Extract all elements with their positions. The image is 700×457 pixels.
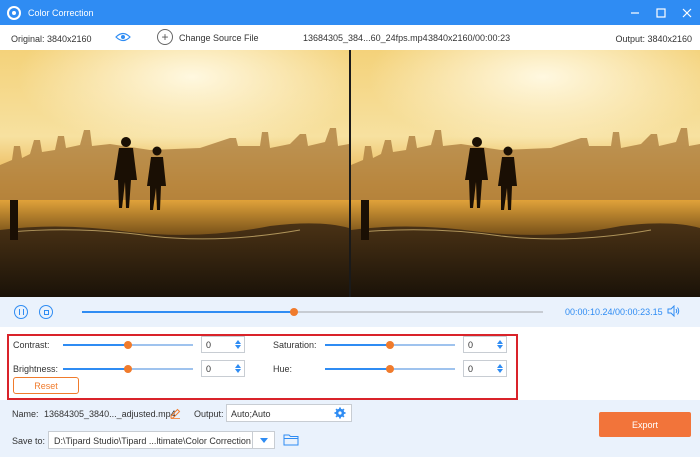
folder-icon[interactable] [283, 433, 299, 446]
saturation-stepper[interactable]: 0 [463, 336, 507, 353]
gear-icon[interactable] [334, 407, 346, 419]
hue-down-icon[interactable] [497, 369, 503, 373]
saturation-value: 0 [468, 340, 474, 350]
saturation-label: Saturation: [273, 340, 317, 350]
output-resolution: Output: 3840x2160 [615, 34, 692, 44]
brightness-slider[interactable] [63, 365, 193, 373]
original-video-frame [0, 50, 349, 297]
reset-button[interactable]: Reset [13, 377, 79, 394]
add-source-icon[interactable]: + [157, 29, 173, 45]
stop-icon [43, 309, 49, 315]
contrast-fill [63, 344, 128, 346]
brightness-label: Brightness: [13, 364, 59, 374]
progress-handle[interactable] [290, 308, 299, 316]
hue-value: 0 [468, 364, 474, 374]
saturation-down-icon[interactable] [497, 345, 503, 349]
hue-stepper[interactable]: 0 [463, 360, 507, 377]
current-time: 00:00:10.24 [565, 307, 613, 317]
output-preview [351, 50, 700, 297]
playback-bar: 00:00:10.24/00:00:23.15 [0, 297, 700, 327]
saturation-fill [325, 344, 390, 346]
contrast-stepper[interactable]: 0 [201, 336, 245, 353]
maximize-icon [656, 7, 666, 18]
adjustment-panel: Contrast: 0 Saturation: 0 Brightness: 0 … [0, 327, 700, 400]
contrast-up-icon[interactable] [235, 340, 241, 344]
output-video-frame [351, 50, 700, 297]
original-resolution: Original: 3840x2160 [11, 34, 92, 44]
hue-fill [325, 368, 390, 370]
hue-handle[interactable] [386, 365, 394, 373]
edit-icon[interactable] [170, 408, 181, 419]
close-icon [682, 8, 692, 17]
output-settings: Name: 13684305_3840..._adjusted.mp4 Outp… [0, 400, 700, 457]
contrast-label: Contrast: [13, 340, 50, 350]
contrast-slider[interactable] [63, 341, 193, 349]
title-bar: Color Correction [0, 0, 700, 25]
source-file-name: 13684305_384...60_24fps.mp4 [303, 33, 428, 43]
save-path-value: D:\Tipard Studio\Tipard ...ltimate\Color… [54, 436, 251, 446]
output-file-name: 13684305_3840..._adjusted.mp4 [44, 409, 176, 419]
brightness-stepper[interactable]: 0 [201, 360, 245, 377]
chevron-down-icon[interactable] [252, 432, 274, 448]
stop-button[interactable] [39, 305, 53, 319]
save-path-field[interactable]: D:\Tipard Studio\Tipard ...ltimate\Color… [48, 431, 275, 449]
brightness-handle[interactable] [124, 365, 132, 373]
saturation-handle[interactable] [386, 341, 394, 349]
saturation-slider[interactable] [325, 341, 455, 349]
preview-area [0, 50, 700, 297]
progress-fill [82, 311, 295, 313]
window-title: Color Correction [28, 7, 94, 18]
save-to-label: Save to: [12, 436, 46, 446]
time-display: 00:00:10.24/00:00:23.15 [565, 307, 663, 317]
contrast-down-icon[interactable] [235, 345, 241, 349]
hue-slider[interactable] [325, 365, 455, 373]
brightness-fill [63, 368, 128, 370]
contrast-value: 0 [206, 340, 212, 350]
app-logo-icon [7, 5, 21, 20]
eye-icon[interactable] [115, 32, 131, 42]
window-controls [622, 0, 700, 25]
saturation-up-icon[interactable] [497, 340, 503, 344]
brightness-up-icon[interactable] [235, 364, 241, 368]
hue-up-icon[interactable] [497, 364, 503, 368]
volume-icon[interactable] [667, 305, 680, 317]
source-file-meta: 3840x2160/00:00:23 [428, 33, 511, 43]
minimize-icon [631, 11, 639, 14]
output-label: Output: [194, 409, 224, 419]
export-button[interactable]: Export [599, 412, 691, 437]
maximize-button[interactable] [648, 0, 674, 25]
change-source-button[interactable]: Change Source File [179, 33, 259, 43]
brightness-down-icon[interactable] [235, 369, 241, 373]
name-label: Name: [12, 409, 39, 419]
original-preview [0, 50, 349, 297]
close-button[interactable] [674, 0, 700, 25]
info-bar: Original: 3840x2160 + Change Source File… [0, 25, 700, 50]
minimize-button[interactable] [622, 0, 648, 25]
progress-slider[interactable] [82, 308, 543, 316]
pause-icon [18, 309, 24, 315]
output-format-field[interactable]: Auto;Auto [226, 404, 352, 422]
contrast-handle[interactable] [124, 341, 132, 349]
brightness-value: 0 [206, 364, 212, 374]
output-format-value: Auto;Auto [231, 409, 271, 419]
pause-button[interactable] [14, 305, 28, 319]
hue-label: Hue: [273, 364, 293, 374]
total-time: /00:00:23.15 [612, 307, 663, 317]
